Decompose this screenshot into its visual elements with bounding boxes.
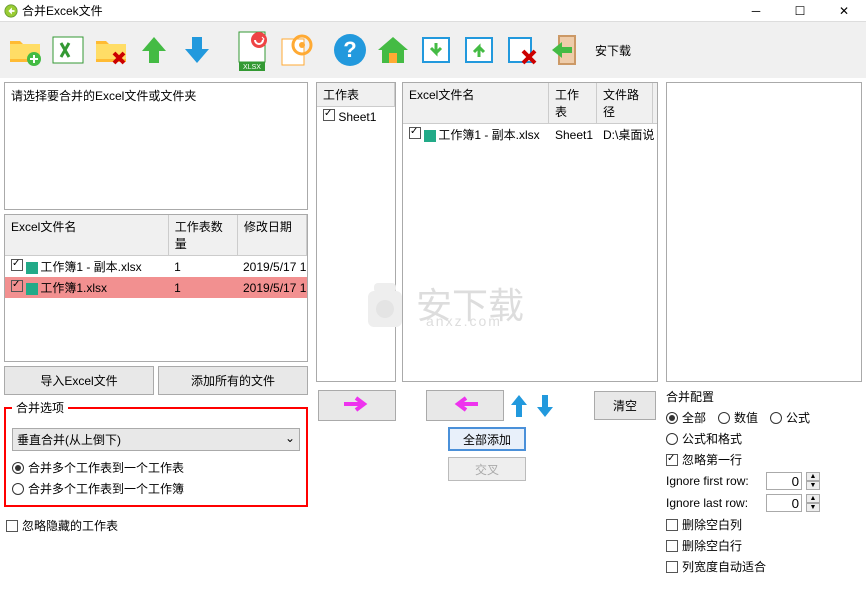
app-icon xyxy=(4,4,18,18)
window-title: 合并Excek文件 xyxy=(22,2,103,19)
excel-icon[interactable] xyxy=(47,27,88,73)
remove-folder-icon[interactable] xyxy=(90,27,131,73)
row-checkbox[interactable] xyxy=(409,127,421,139)
merge-config-section: 合并配置 全部 数值 公式 公式和格式 忽略第一行 Ignore first r… xyxy=(666,386,862,577)
xlsx-icon[interactable]: XLSX xyxy=(231,27,272,73)
file-table-header: Excel文件名 工作表数量 修改日期 xyxy=(5,215,307,256)
file-icon xyxy=(26,262,38,274)
sheet-checkbox[interactable] xyxy=(323,109,335,121)
brand-label: 安下载 xyxy=(595,42,631,59)
auto-width-checkbox[interactable]: 列宽度自动适合 xyxy=(666,558,766,575)
book-up-icon[interactable] xyxy=(458,27,499,73)
merge-direction-select[interactable]: 垂直合并(从上倒下) ⌄ xyxy=(12,428,300,451)
file-icon xyxy=(424,130,436,142)
table-row[interactable]: 工作簿1.xlsx 1 2019/5/17 1 xyxy=(5,277,307,298)
table-row[interactable]: 工作簿1 - 副本.xlsx 1 2019/5/17 1 xyxy=(5,256,307,277)
excel-names-panel: Excel文件名 工作表 文件路径 工作簿1 - 副本.xlsx Sheet1 … xyxy=(402,82,658,382)
move-left-button[interactable] xyxy=(426,390,504,421)
merge-to-workbook-radio[interactable]: 合并多个工作表到一个工作簿 xyxy=(12,478,300,499)
window-controls: ─ ☐ ✕ xyxy=(734,0,866,22)
move-down-icon[interactable] xyxy=(176,27,217,73)
clear-button[interactable]: 清空 xyxy=(594,391,656,420)
opt-all-radio[interactable]: 全部 xyxy=(666,409,706,426)
home-icon[interactable] xyxy=(372,27,413,73)
import-excel-button[interactable]: 导入Excel文件 xyxy=(4,366,154,395)
config-title: 合并配置 xyxy=(666,386,862,407)
exit-icon[interactable] xyxy=(544,27,585,73)
merge-options-fieldset: 合并选项 垂直合并(从上倒下) ⌄ 合并多个工作表到一个工作表 合并多个工作表到… xyxy=(4,399,308,507)
minimize-button[interactable]: ─ xyxy=(734,0,778,22)
merge-to-sheet-radio[interactable]: 合并多个工作表到一个工作表 xyxy=(12,457,300,478)
sheet-row[interactable]: Sheet1 xyxy=(317,107,395,126)
row-checkbox[interactable] xyxy=(11,259,23,271)
add-all-button[interactable]: 全部添加 xyxy=(448,427,526,451)
svg-text:XLSX: XLSX xyxy=(243,64,261,71)
file-table: Excel文件名 工作表数量 修改日期 工作簿1 - 副本.xlsx 1 201… xyxy=(4,214,308,362)
settings-icon[interactable] xyxy=(274,27,315,73)
opt-formula-fmt-radio[interactable]: 公式和格式 xyxy=(666,430,742,447)
del-blank-row-checkbox[interactable]: 删除空白行 xyxy=(666,537,742,554)
toolbar: XLSX ? 安下载 xyxy=(0,22,866,78)
sort-down-icon[interactable] xyxy=(534,393,556,419)
right-preview-panel xyxy=(666,82,862,382)
sort-up-icon[interactable] xyxy=(508,393,530,419)
book-down-icon[interactable] xyxy=(415,27,456,73)
maximize-button[interactable]: ☐ xyxy=(778,0,822,22)
ignore-first-checkbox[interactable]: 忽略第一行 xyxy=(666,451,742,468)
folder-prompt: 请选择要合并的Excel文件或文件夹 xyxy=(5,83,307,108)
file-icon xyxy=(26,283,38,295)
add-folder-icon[interactable] xyxy=(4,27,45,73)
book-delete-icon[interactable] xyxy=(501,27,542,73)
move-up-icon[interactable] xyxy=(133,27,174,73)
merge-legend: 合并选项 xyxy=(12,399,68,416)
help-icon[interactable]: ? xyxy=(329,27,370,73)
chevron-down-icon: ⌄ xyxy=(285,431,295,448)
add-all-files-button[interactable]: 添加所有的文件 xyxy=(158,366,308,395)
titlebar: 合并Excek文件 ─ ☐ ✕ xyxy=(0,0,866,22)
spinner[interactable]: ▲▼ xyxy=(806,472,820,490)
sheets-panel: 工作表 Sheet1 xyxy=(316,82,396,382)
excel-row[interactable]: 工作簿1 - 副本.xlsx Sheet1 D:\桌面说 xyxy=(403,124,657,145)
opt-formula-radio[interactable]: 公式 xyxy=(770,409,810,426)
spinner[interactable]: ▲▼ xyxy=(806,494,820,512)
ignore-last-row-input[interactable] xyxy=(766,494,802,512)
ignore-first-row-input[interactable] xyxy=(766,472,802,490)
close-button[interactable]: ✕ xyxy=(822,0,866,22)
row-checkbox[interactable] xyxy=(11,280,23,292)
opt-num-radio[interactable]: 数值 xyxy=(718,409,758,426)
move-right-button[interactable] xyxy=(318,390,396,421)
svg-text:?: ? xyxy=(343,37,356,62)
folder-select-panel: 请选择要合并的Excel文件或文件夹 xyxy=(4,82,308,210)
cross-button[interactable]: 交叉 xyxy=(448,457,526,481)
del-blank-col-checkbox[interactable]: 删除空白列 xyxy=(666,516,742,533)
ignore-hidden-checkbox[interactable]: 忽略隐藏的工作表 xyxy=(4,511,308,540)
